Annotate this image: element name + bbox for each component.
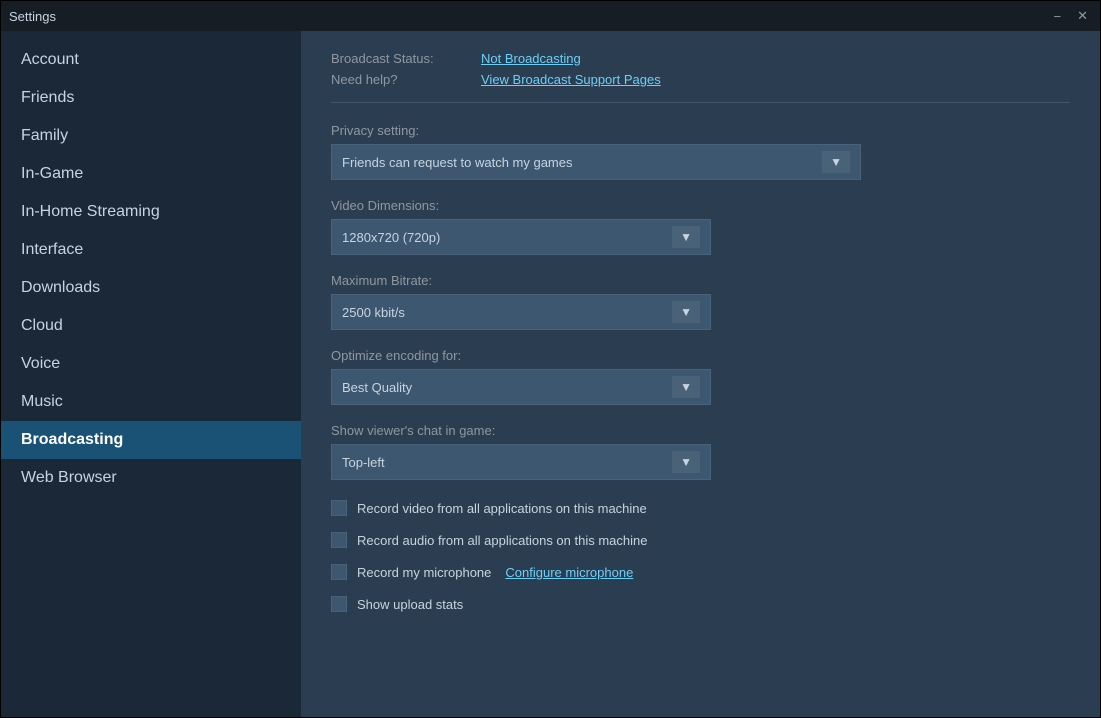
- checkbox-record-microphone[interactable]: [331, 564, 347, 580]
- content-area: AccountFriendsFamilyIn-GameIn-Home Strea…: [1, 31, 1100, 717]
- video-dimensions-dropdown[interactable]: 1280x720 (720p) ▼: [331, 219, 711, 255]
- close-button[interactable]: ✕: [1073, 8, 1092, 24]
- show-viewers-chat-value: Top-left: [342, 455, 385, 470]
- need-help-label: Need help?: [331, 72, 471, 87]
- checkbox-row-show-upload-stats: Show upload stats: [331, 596, 1070, 612]
- maximum-bitrate-dropdown[interactable]: 2500 kbit/s ▼: [331, 294, 711, 330]
- show-viewers-chat-dropdown[interactable]: Top-left ▼: [331, 444, 711, 480]
- sidebar-item-cloud[interactable]: Cloud: [1, 307, 301, 345]
- checkbox-label-record-microphone: Record my microphone: [357, 565, 491, 580]
- show-viewers-chat-arrow: ▼: [672, 451, 700, 473]
- optimize-encoding-arrow: ▼: [672, 376, 700, 398]
- show-viewers-chat-label: Show viewer's chat in game:: [331, 423, 1070, 438]
- privacy-setting-label: Privacy setting:: [331, 123, 1070, 138]
- sidebar-item-in-game[interactable]: In-Game: [1, 155, 301, 193]
- sidebar-item-in-home-streaming[interactable]: In-Home Streaming: [1, 193, 301, 231]
- titlebar-controls: − ✕: [1050, 8, 1093, 24]
- maximum-bitrate-label: Maximum Bitrate:: [331, 273, 1070, 288]
- sidebar-item-downloads[interactable]: Downloads: [1, 269, 301, 307]
- maximum-bitrate-group: Maximum Bitrate: 2500 kbit/s ▼: [331, 273, 1070, 330]
- privacy-setting-value: Friends can request to watch my games: [342, 155, 573, 170]
- titlebar: Settings − ✕: [1, 1, 1100, 31]
- checkbox-label-record-audio: Record audio from all applications on th…: [357, 533, 648, 548]
- sidebar-item-account[interactable]: Account: [1, 41, 301, 79]
- sidebar-item-interface[interactable]: Interface: [1, 231, 301, 269]
- video-dimensions-value: 1280x720 (720p): [342, 230, 440, 245]
- not-broadcasting-link[interactable]: Not Broadcasting: [481, 51, 581, 66]
- sidebar: AccountFriendsFamilyIn-GameIn-Home Strea…: [1, 31, 301, 717]
- checkbox-row-record-microphone: Record my microphone Configure microphone: [331, 564, 1070, 580]
- broadcast-status-row: Broadcast Status: Not Broadcasting: [331, 51, 1070, 66]
- optimize-encoding-dropdown[interactable]: Best Quality ▼: [331, 369, 711, 405]
- privacy-setting-dropdown[interactable]: Friends can request to watch my games ▼: [331, 144, 861, 180]
- show-viewers-chat-group: Show viewer's chat in game: Top-left ▼: [331, 423, 1070, 480]
- settings-window: Settings − ✕ AccountFriendsFamilyIn-Game…: [0, 0, 1101, 718]
- checkbox-record-video[interactable]: [331, 500, 347, 516]
- privacy-setting-group: Privacy setting: Friends can request to …: [331, 123, 1070, 180]
- sidebar-item-web-browser[interactable]: Web Browser: [1, 459, 301, 497]
- checkbox-label-record-video: Record video from all applications on th…: [357, 501, 647, 516]
- optimize-encoding-group: Optimize encoding for: Best Quality ▼: [331, 348, 1070, 405]
- video-dimensions-arrow: ▼: [672, 226, 700, 248]
- checkbox-record-audio[interactable]: [331, 532, 347, 548]
- sidebar-item-music[interactable]: Music: [1, 383, 301, 421]
- checkbox-label-show-upload-stats: Show upload stats: [357, 597, 463, 612]
- sidebar-item-friends[interactable]: Friends: [1, 79, 301, 117]
- checkboxes-section: Record video from all applications on th…: [331, 500, 1070, 612]
- broadcast-status-label: Broadcast Status:: [331, 51, 471, 66]
- configure-microphone-link[interactable]: Configure microphone: [505, 565, 633, 580]
- checkbox-row-record-video: Record video from all applications on th…: [331, 500, 1070, 516]
- main-panel: Broadcast Status: Not Broadcasting Need …: [301, 31, 1100, 717]
- sidebar-item-voice[interactable]: Voice: [1, 345, 301, 383]
- optimize-encoding-label: Optimize encoding for:: [331, 348, 1070, 363]
- need-help-row: Need help? View Broadcast Support Pages: [331, 72, 1070, 87]
- view-broadcast-support-link[interactable]: View Broadcast Support Pages: [481, 72, 661, 87]
- video-dimensions-label: Video Dimensions:: [331, 198, 1070, 213]
- window-title: Settings: [9, 9, 56, 24]
- checkbox-show-upload-stats[interactable]: [331, 596, 347, 612]
- checkbox-row-record-audio: Record audio from all applications on th…: [331, 532, 1070, 548]
- maximum-bitrate-value: 2500 kbit/s: [342, 305, 405, 320]
- minimize-button[interactable]: −: [1050, 8, 1066, 24]
- video-dimensions-group: Video Dimensions: 1280x720 (720p) ▼: [331, 198, 1070, 255]
- sidebar-item-broadcasting[interactable]: Broadcasting: [1, 421, 301, 459]
- broadcast-status-section: Broadcast Status: Not Broadcasting Need …: [331, 51, 1070, 103]
- optimize-encoding-value: Best Quality: [342, 380, 412, 395]
- maximum-bitrate-arrow: ▼: [672, 301, 700, 323]
- privacy-dropdown-arrow: ▼: [822, 151, 850, 173]
- sidebar-item-family[interactable]: Family: [1, 117, 301, 155]
